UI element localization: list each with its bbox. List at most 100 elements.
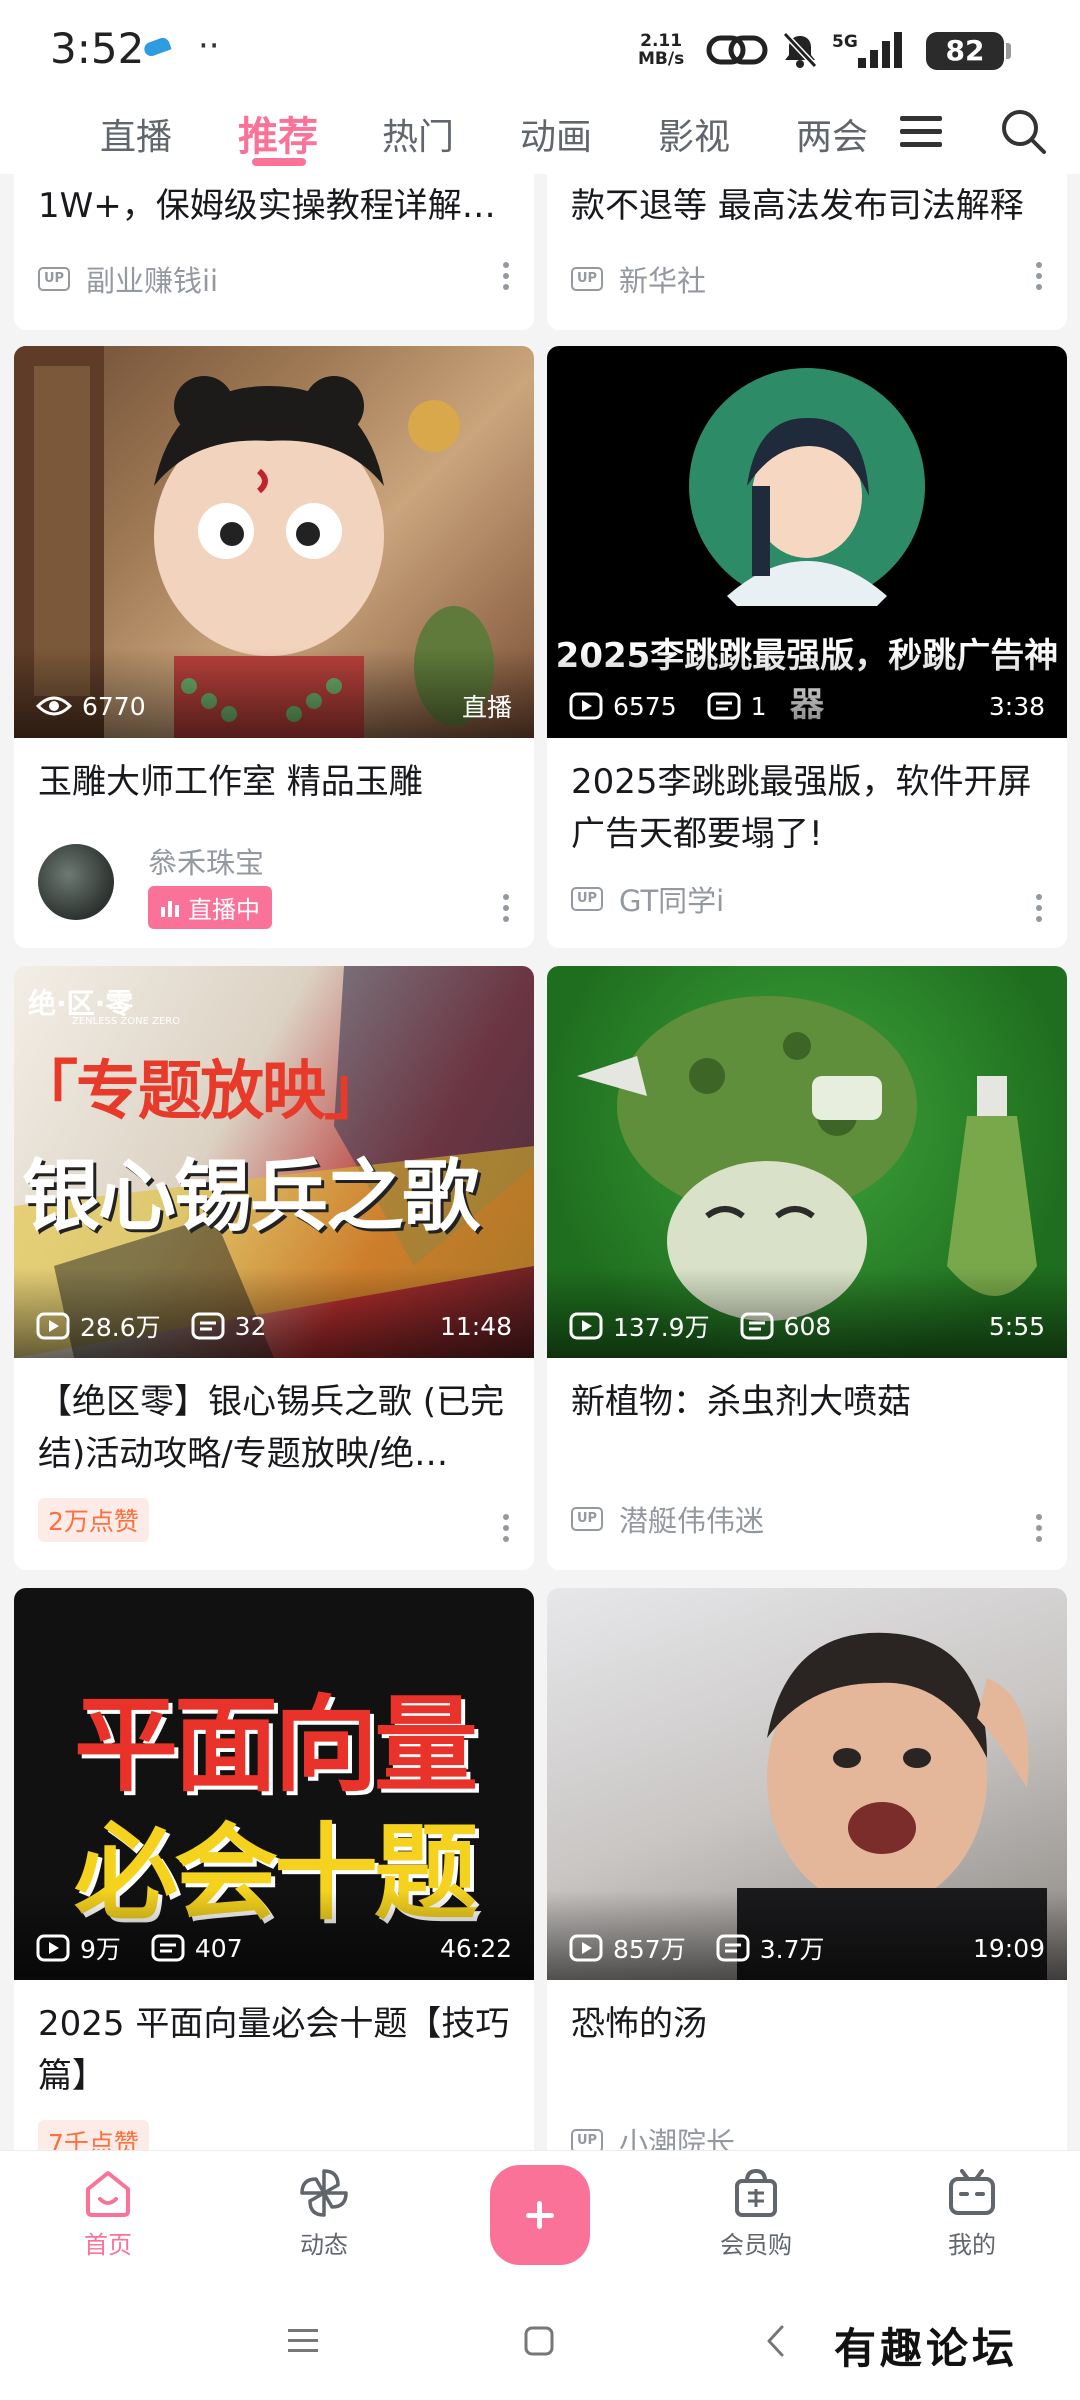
video-duration: 46:22	[439, 1933, 512, 1963]
back-icon[interactable]	[764, 2324, 786, 2358]
view-count: 28.6万	[36, 1308, 161, 1344]
video-title: 【绝区零】银心锡兵之歌 (已完结)活动攻略/专题放映/绝…	[38, 1382, 505, 1474]
play-count-icon	[36, 1934, 70, 1962]
author-name: 副业赚钱ii	[86, 264, 219, 298]
video-title: 2025李跳跳最强版，软件开屏广告天都要塌了!	[571, 762, 1032, 854]
video-title: 玉雕大师工作室 精品玉雕	[38, 762, 423, 802]
up-icon: UP	[571, 267, 603, 291]
video-author[interactable]: UP GT同学i	[571, 878, 724, 920]
video-card[interactable]: 857万 3.7万 19:09 恐怖的汤 UP 小潮院长	[547, 1588, 1067, 2150]
video-card[interactable]: 2025李跳跳最强版，秒跳广告神器 6575 1 3	[547, 346, 1067, 948]
video-card[interactable]: 绝·区·零 ZENLESS ZONE ZERO 「专题放映」 银心锡兵之歌 28…	[14, 966, 534, 1570]
view-count: 9万	[36, 1930, 121, 1966]
video-stats: 6770 直播	[36, 688, 512, 724]
more-options-icon[interactable]	[502, 262, 510, 292]
recents-menu-icon[interactable]	[288, 2328, 318, 2354]
play-count-icon	[36, 1312, 70, 1340]
view-count-value: 857万	[613, 1935, 686, 1964]
video-card[interactable]: 款不退等 最高法发布司法解释 UP 新华社	[547, 174, 1067, 330]
tab-two-sessions[interactable]: 两会	[796, 108, 868, 160]
network-speed-value: 2.11	[640, 31, 683, 51]
status-bar: 3:52 ·· 2.11 MB/s 5G 82	[0, 0, 1080, 92]
video-thumbnail: 857万 3.7万 19:09	[547, 1588, 1067, 1980]
view-count-value: 28.6万	[80, 1313, 161, 1342]
video-author[interactable]: 叅禾珠宝	[148, 840, 264, 882]
channel-menu-icon[interactable]	[900, 114, 942, 150]
more-options-icon[interactable]	[1035, 262, 1043, 292]
tv-icon	[949, 2169, 995, 2215]
nav-home[interactable]: 首页	[48, 2167, 168, 2260]
play-count-icon	[569, 1934, 603, 1962]
nav-vip-shop[interactable]: 会员购	[696, 2167, 816, 2260]
pinwheel-icon	[300, 2169, 348, 2217]
view-count: 6575	[569, 692, 677, 721]
author-name: 叅禾珠宝	[148, 846, 265, 880]
video-author[interactable]: UP 小潮院长	[571, 2120, 735, 2150]
live-tag: 直播	[461, 693, 512, 722]
video-author[interactable]: UP 新华社	[571, 258, 706, 300]
video-stats: 6575 1 3:38	[569, 688, 1045, 724]
view-count: 6770	[36, 692, 146, 721]
tab-live[interactable]: 直播	[100, 108, 172, 160]
video-author[interactable]: UP 潜艇伟伟迷	[571, 1498, 764, 1540]
video-thumbnail: 2025李跳跳最强版，秒跳广告神器 6575 1 3	[547, 346, 1067, 738]
video-title: 恐怖的汤	[571, 2004, 707, 2044]
video-card[interactable]: 平面向量 必会十题 9万 407 46:22 2025 平面向量必会十题【技巧篇…	[14, 1588, 534, 2150]
tab-hot[interactable]: 热门	[382, 108, 454, 160]
home-icon	[86, 2171, 130, 2217]
view-count-value: 137.9万	[613, 1313, 710, 1342]
comment-count: 407	[151, 1934, 243, 1963]
watermark: 有趣论坛	[834, 2324, 1019, 2373]
zzz-logo-en: ZENLESS ZONE ZERO	[72, 1016, 181, 1027]
status-time: 3:52	[50, 24, 145, 73]
comment-count: 1	[707, 692, 767, 721]
video-author[interactable]: UP 副业赚钱ii	[38, 258, 218, 300]
video-duration: 11:48	[439, 1311, 512, 1341]
more-notifications-icon: ··	[198, 26, 220, 66]
up-icon: UP	[571, 1507, 603, 1531]
app-notification-icon	[142, 35, 172, 59]
avatar[interactable]	[38, 844, 114, 920]
more-options-icon[interactable]	[1035, 894, 1043, 924]
video-thumbnail: 绝·区·零 ZENLESS ZONE ZERO 「专题放映」 银心锡兵之歌 28…	[14, 966, 534, 1358]
author-name: 新华社	[619, 264, 707, 298]
mute-bell-icon	[782, 31, 818, 69]
play-count-icon	[569, 1312, 603, 1340]
video-card[interactable]: 6770 直播 玉雕大师工作室 精品玉雕 叅禾珠宝 直播中	[14, 346, 534, 948]
danmaku-icon	[191, 1312, 225, 1340]
danmaku-icon	[716, 1934, 750, 1962]
video-thumbnail: 137.9万 608 5:55	[547, 966, 1067, 1358]
video-duration: 3:38	[988, 691, 1045, 721]
comment-count-value: 1	[750, 691, 767, 721]
comment-count-value: 407	[194, 1933, 243, 1963]
tab-recommend[interactable]: 推荐	[238, 104, 318, 162]
video-card[interactable]: 1W+，保姆级实操教程详解… UP 副业赚钱ii	[14, 174, 534, 330]
nav-mine[interactable]: 我的	[912, 2167, 1032, 2260]
author-name: GT同学i	[619, 884, 725, 918]
tab-anime[interactable]: 动画	[520, 108, 592, 160]
video-card[interactable]: 137.9万 608 5:55 新植物：杀虫剂大喷菇 UP 潜艇伟伟迷	[547, 966, 1067, 1570]
more-options-icon[interactable]	[502, 1514, 510, 1544]
danmaku-icon	[707, 692, 741, 720]
publish-plus-button[interactable]	[490, 2165, 590, 2265]
nav-dynamic-label: 动态	[300, 2231, 348, 2259]
tab-film[interactable]: 影视	[658, 108, 730, 160]
video-title: 新植物：杀虫剂大喷菇	[571, 1382, 911, 1422]
comment-count-value: 608	[783, 1311, 832, 1341]
more-options-icon[interactable]	[502, 894, 510, 924]
video-thumbnail: 6770 直播	[14, 346, 534, 738]
more-options-icon[interactable]	[1035, 1514, 1043, 1544]
video-stats: 9万 407 46:22	[36, 1930, 512, 1966]
search-icon[interactable]	[998, 106, 1048, 156]
nav-home-label: 首页	[84, 2231, 132, 2259]
view-count-value: 6770	[82, 691, 146, 721]
nav-dynamic[interactable]: 动态	[264, 2167, 384, 2260]
like-count-badge: 2万点赞	[38, 1498, 149, 1542]
home-square-icon[interactable]	[524, 2326, 554, 2356]
signal-icon	[858, 32, 902, 68]
hotspot-link-icon	[706, 35, 768, 65]
video-feed: 1W+，保姆级实操教程详解… UP 副业赚钱ii 款不退等 最高法发布司法解释 …	[0, 174, 1080, 2150]
live-bars-icon	[161, 900, 179, 917]
view-count-value: 9万	[80, 1935, 121, 1964]
view-count-value: 6575	[613, 691, 677, 721]
